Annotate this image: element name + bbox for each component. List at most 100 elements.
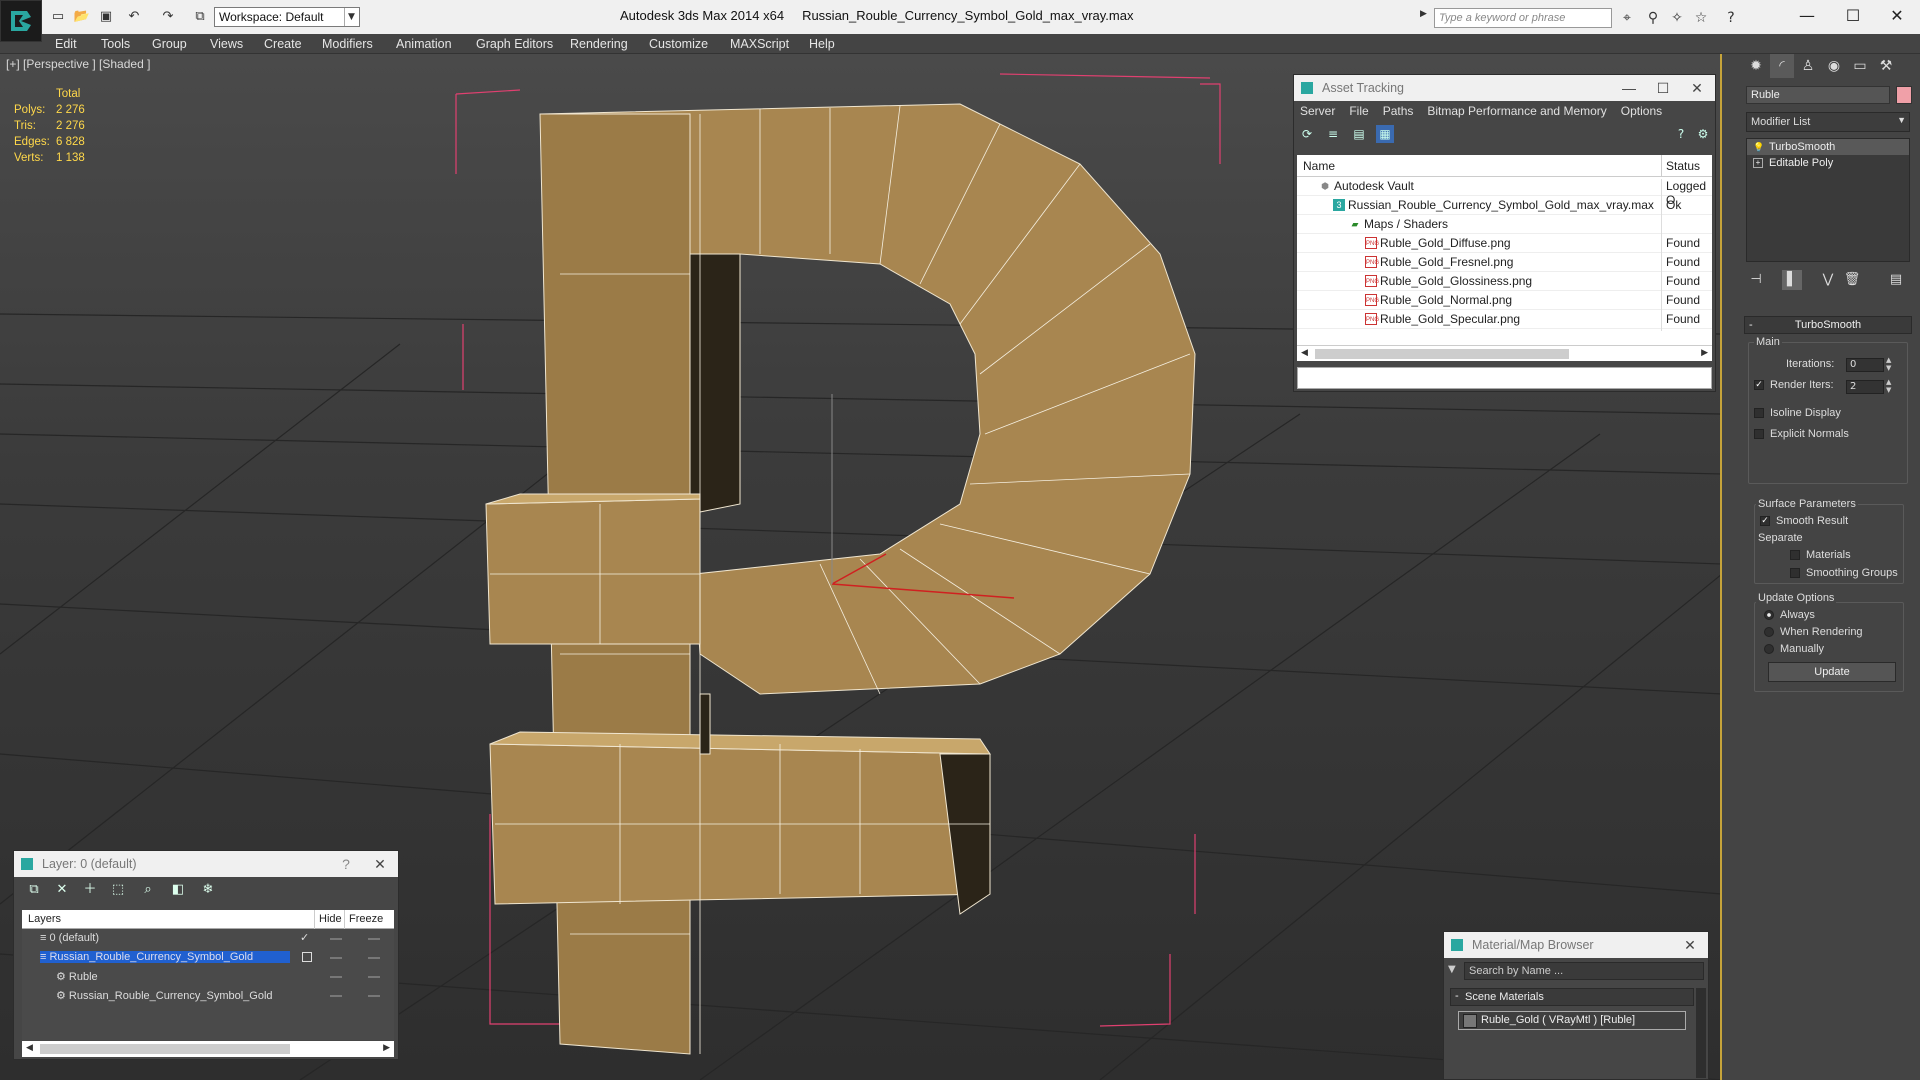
settings-icon[interactable]: ⚙ [1694, 125, 1712, 143]
scroll-right-icon[interactable]: ▶ [383, 1043, 390, 1053]
close-icon[interactable]: ✕ [364, 851, 396, 877]
table-row[interactable]: PNG Ruble_Gold_Fresnel.png Found [1297, 253, 1712, 274]
freeze-toggle[interactable] [368, 957, 380, 959]
render-iters-spinner[interactable]: 2 [1846, 380, 1884, 394]
motion-tab-icon[interactable]: ◉ [1822, 54, 1846, 78]
scroll-thumb[interactable] [40, 1044, 290, 1054]
hide-toggle[interactable] [330, 957, 342, 959]
close-icon[interactable]: ✕ [1681, 75, 1713, 101]
freeze-toggle[interactable] [368, 938, 380, 940]
spinner-arrows-icon[interactable]: ▲ ▼ [1886, 356, 1891, 372]
column-hide[interactable]: Hide [314, 910, 342, 929]
close-icon[interactable]: ✕ [1674, 932, 1706, 958]
menu-group[interactable]: Group [152, 37, 187, 51]
menu-help[interactable]: Help [809, 37, 835, 51]
menu-animation[interactable]: Animation [396, 37, 452, 51]
isoline-display-checkbox[interactable] [1754, 408, 1764, 418]
render-iters-checkbox[interactable] [1754, 380, 1764, 390]
search-input[interactable]: Type a keyword or phrase [1434, 8, 1612, 28]
new-layer-icon[interactable]: ⧉ [24, 881, 44, 899]
minimize-icon[interactable]: — [1613, 75, 1645, 101]
iterations-spinner[interactable]: 0 [1846, 358, 1884, 372]
maximize-icon[interactable]: ☐ [1830, 2, 1876, 30]
hierarchy-tab-icon[interactable]: ♙ [1796, 54, 1820, 78]
create-tab-icon[interactable]: ✹ [1744, 54, 1768, 78]
viewport-label[interactable]: [+] [Perspective ] [Shaded ] [6, 57, 150, 71]
hide-toggle[interactable] [330, 938, 342, 940]
expand-plus-icon[interactable]: + [1753, 158, 1763, 168]
modify-tab-icon[interactable]: ◜ [1770, 54, 1794, 78]
menu-customize[interactable]: Customize [649, 37, 708, 51]
help-icon[interactable]: ? [330, 851, 362, 877]
menu-file[interactable]: File [1349, 104, 1368, 118]
communication-icon[interactable]: ✧ [1666, 8, 1688, 28]
menu-edit[interactable]: Edit [55, 37, 77, 51]
menu-modifiers[interactable]: Modifiers [322, 37, 373, 51]
asset-status-field[interactable] [1297, 367, 1712, 389]
spinner-arrows-icon[interactable]: ▲ ▼ [1886, 378, 1891, 394]
layer-row[interactable]: ≡ Russian_Rouble_Currency_Symbol_Gold [22, 948, 394, 967]
search-expand-icon[interactable]: ▶ [1420, 9, 1432, 27]
project-folder-icon[interactable]: ⧉ [190, 7, 210, 25]
object-color-swatch[interactable] [1896, 86, 1912, 104]
open-file-icon[interactable]: 📂 [72, 7, 92, 25]
minimize-icon[interactable]: — [1784, 2, 1830, 30]
manually-radio[interactable] [1764, 644, 1774, 654]
scene-materials-group[interactable]: - Scene Materials [1450, 988, 1694, 1006]
chevron-down-icon[interactable]: ▼ [344, 8, 358, 26]
smoothing-groups-checkbox[interactable] [1790, 568, 1800, 578]
list-view-icon[interactable]: ≡ [1324, 125, 1342, 143]
menu-paths[interactable]: Paths [1383, 104, 1414, 118]
always-radio[interactable] [1764, 610, 1774, 620]
lightbulb-icon[interactable]: 💡 [1753, 139, 1764, 152]
column-name[interactable]: Name [1303, 159, 1335, 173]
active-layer-check-icon[interactable]: ✓ [300, 931, 309, 944]
table-row[interactable]: 3 Russian_Rouble_Currency_Symbol_Gold_max… [1297, 196, 1712, 217]
new-file-icon[interactable]: ▭ [48, 7, 68, 25]
menu-maxscript[interactable]: MAXScript [730, 37, 789, 51]
menu-create[interactable]: Create [264, 37, 302, 51]
freeze-all-layers-icon[interactable]: ❄ [198, 881, 218, 899]
redo-icon[interactable]: ↷ [158, 7, 178, 25]
horizontal-scrollbar[interactable]: ◀ ▶ [1297, 345, 1712, 361]
remove-modifier-icon[interactable]: 🗑 [1842, 270, 1862, 290]
when-rendering-radio[interactable] [1764, 627, 1774, 637]
table-row[interactable]: PNG Ruble_Gold_Glossiness.png Found [1297, 272, 1712, 293]
favorites-star-icon[interactable]: ☆ [1690, 8, 1712, 28]
table-row[interactable]: ▰ Maps / Shaders [1297, 215, 1712, 236]
object-name-input[interactable]: Ruble [1746, 86, 1890, 104]
display-tab-icon[interactable]: ▭ [1848, 54, 1872, 78]
vertical-scrollbar[interactable] [1696, 988, 1706, 1078]
save-icon[interactable]: ▣ [96, 7, 116, 25]
undo-icon[interactable]: ↶ [124, 7, 144, 25]
material-browser-titlebar[interactable]: Material/Map Browser ✕ [1444, 932, 1708, 958]
material-item[interactable]: Ruble_Gold ( VRayMtl ) [Ruble] [1458, 1011, 1686, 1030]
asset-tracking-titlebar[interactable]: Asset Tracking — ☐ ✕ [1294, 75, 1715, 101]
menu-tools[interactable]: Tools [101, 37, 130, 51]
utilities-tab-icon[interactable]: ⚒ [1874, 54, 1898, 78]
refresh-icon[interactable]: ⟳ [1298, 125, 1316, 143]
column-layers[interactable]: Layers [28, 913, 61, 925]
freeze-toggle[interactable] [368, 995, 380, 997]
column-freeze[interactable]: Freeze [344, 910, 383, 929]
app-logo-icon[interactable] [0, 0, 42, 42]
subscription-icon[interactable]: ⚲ [1642, 8, 1664, 28]
table-row[interactable]: PNG Ruble_Gold_Diffuse.png Found [1297, 234, 1712, 255]
help-icon[interactable]: ? [1672, 125, 1690, 143]
menu-bitmap-performance[interactable]: Bitmap Performance and Memory [1427, 104, 1606, 118]
stack-item-editable-poly[interactable]: + Editable Poly [1747, 155, 1909, 171]
maximize-icon[interactable]: ☐ [1647, 75, 1679, 101]
hide-toggle[interactable] [330, 995, 342, 997]
pin-stack-icon[interactable]: ⊣ [1746, 270, 1766, 290]
freeze-toggle[interactable] [368, 976, 380, 978]
collapse-icon[interactable]: - [1455, 990, 1459, 1002]
binoculars-icon[interactable]: ⌖ [1616, 8, 1638, 28]
workspace-dropdown[interactable]: Workspace: Default [214, 7, 360, 27]
layer-row[interactable]: ≡ 0 (default) ✓ [22, 929, 394, 948]
menu-server[interactable]: Server [1300, 104, 1335, 118]
table-view-icon[interactable]: ▦ [1376, 125, 1394, 143]
modifier-list-dropdown[interactable]: Modifier List ▼ [1746, 112, 1910, 132]
horizontal-scrollbar[interactable]: ◀ ▶ [22, 1041, 394, 1057]
highlight-layer-icon[interactable]: ⌕ [138, 881, 158, 899]
turbosmooth-rollout-header[interactable]: - TurboSmooth [1744, 316, 1912, 334]
